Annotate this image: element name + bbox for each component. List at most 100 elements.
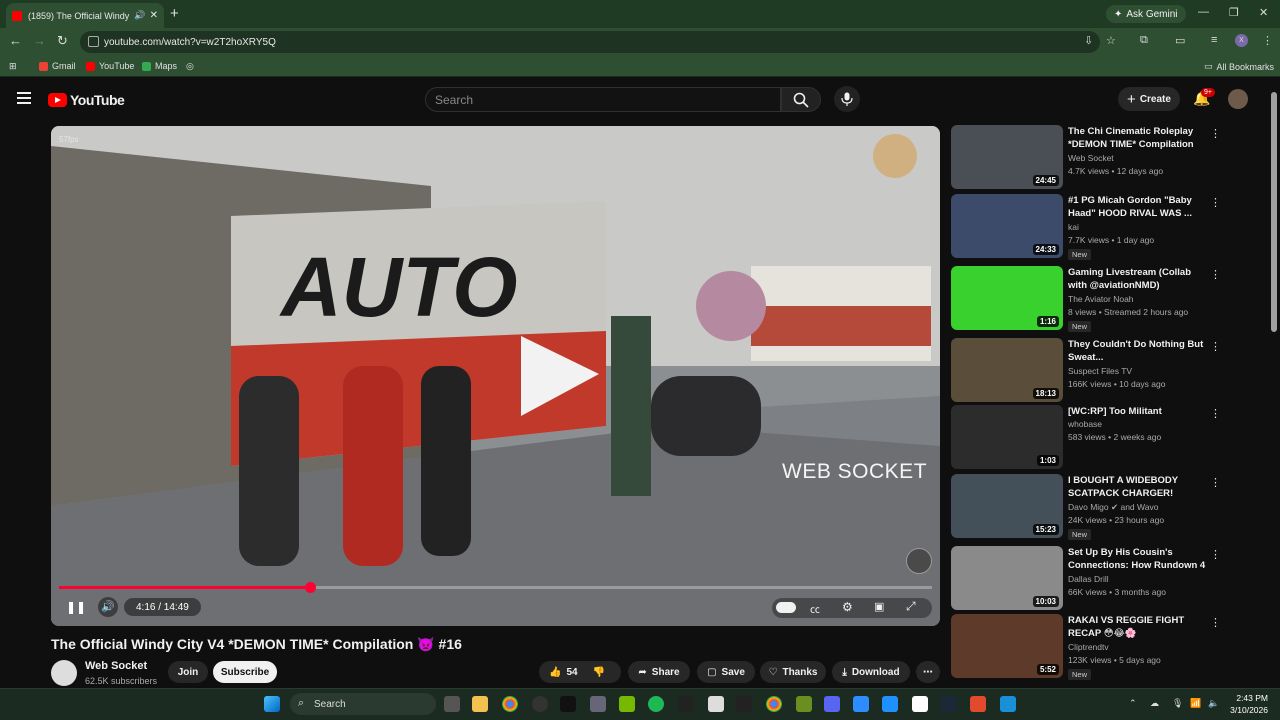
reload-icon[interactable]: ↻ (57, 33, 68, 49)
recommendation-title[interactable]: They Couldn't Do Nothing But Sweat... (1068, 338, 1208, 364)
extensions-icon[interactable]: ⧉ (1140, 34, 1148, 47)
captions-icon[interactable]: ㏄ (810, 601, 820, 616)
notepad-icon[interactable] (708, 696, 724, 712)
dislike-icon[interactable]: 👎 (593, 667, 605, 678)
recommendation-channel[interactable]: The Aviator Noah (1068, 294, 1134, 304)
address-bar[interactable]: youtube.com/watch?v=w2T2hoXRY5Q (80, 31, 1100, 53)
all-bookmarks[interactable]: ▭ All Bookmarks (1204, 61, 1274, 72)
voice-search-button[interactable] (834, 86, 860, 112)
install-app-icon[interactable]: ⇩ (1084, 34, 1093, 47)
recommendation-channel[interactable]: Cliptrendtv (1068, 642, 1109, 652)
more-options-icon[interactable]: ⋮ (1210, 476, 1221, 489)
more-options-icon[interactable]: ⋮ (1210, 548, 1221, 561)
onedrive-icon[interactable]: ☁ (1150, 698, 1159, 709)
more-options-icon[interactable]: ⋮ (1210, 616, 1221, 629)
steam-icon[interactable] (941, 696, 957, 712)
ask-gemini-button[interactable]: ✦ Ask Gemini (1106, 5, 1186, 23)
site-info-icon[interactable] (88, 36, 99, 47)
video-player[interactable]: AUTO (51, 126, 940, 626)
bookmark-gmail[interactable]: Gmail (39, 61, 76, 71)
miniplayer-icon[interactable]: ▣ (874, 600, 884, 613)
globe-icon[interactable]: ◎ (186, 61, 194, 72)
volume-icon[interactable]: 🔊 (98, 597, 118, 617)
channel-branding-icon[interactable] (906, 548, 932, 574)
video-thumbnail[interactable]: 24:33 (951, 194, 1063, 258)
back-icon[interactable]: ← (9, 33, 22, 48)
app-f-icon[interactable] (560, 696, 576, 712)
chrome-icon[interactable] (502, 696, 518, 712)
more-options-icon[interactable]: ⋮ (1210, 127, 1221, 140)
task-view-icon[interactable] (444, 696, 460, 712)
search-button[interactable] (781, 87, 821, 112)
recommendation-channel[interactable]: whobase (1068, 419, 1102, 429)
browser-tab[interactable]: (1859) The Official Windy C 🔊 ✕ (6, 3, 164, 28)
discord-icon[interactable] (824, 696, 840, 712)
apps-grid-icon[interactable]: ⊞ (9, 61, 17, 72)
channel-name[interactable]: Web Socket (85, 660, 147, 672)
share-button[interactable]: ➦ Share (628, 661, 690, 683)
hamburger-menu-icon[interactable] (17, 92, 31, 107)
chrome-active-icon[interactable] (766, 696, 782, 712)
more-options-icon[interactable]: ⋮ (1210, 196, 1221, 209)
minimize-icon[interactable]: — (1198, 6, 1209, 18)
taskbar-search[interactable]: ⌕ Search (290, 693, 436, 715)
start-icon[interactable] (264, 696, 280, 712)
more-options-icon[interactable]: ⋮ (1210, 340, 1221, 353)
app-icon-2[interactable] (678, 696, 694, 712)
settings-icon[interactable] (590, 696, 606, 712)
recommendation-item[interactable]: 1:03 [WC:RP] Too Militant whobase 583 views… (951, 405, 1251, 471)
app-icon-7[interactable] (970, 696, 986, 712)
app-icon-5[interactable] (882, 696, 898, 712)
recommendation-item[interactable]: 5:52 RAKAI VS REGGIE FIGHT RECAP 😳😂🌸 Clipt… (951, 614, 1251, 680)
pause-icon[interactable]: ❚❚ (66, 600, 86, 614)
account-avatar[interactable] (1228, 89, 1248, 109)
search-input[interactable]: Search (425, 87, 781, 112)
forward-icon[interactable]: → (33, 33, 46, 48)
app-icon-4[interactable] (853, 696, 869, 712)
recommendation-title[interactable]: I BOUGHT A WIDEBODY SCATPACK CHARGER! (1068, 474, 1208, 500)
recommendation-title[interactable]: Gaming Livestream (Collab with @aviation… (1068, 266, 1208, 292)
like-icon[interactable]: 👍 (549, 667, 561, 678)
progress-bar[interactable] (59, 582, 932, 593)
app-icon-6[interactable] (912, 696, 928, 712)
minecraft-icon[interactable] (796, 696, 812, 712)
scrollbar[interactable] (1271, 92, 1277, 332)
media-controls-icon[interactable]: ≡ (1211, 34, 1217, 46)
bookmark-youtube[interactable]: YouTube (86, 61, 134, 71)
recommendation-channel[interactable]: Web Socket (1068, 153, 1114, 163)
tray-chevron-icon[interactable]: ⌃ (1129, 698, 1137, 709)
recommendation-item[interactable]: 18:13 They Couldn't Do Nothing But Sweat.… (951, 338, 1251, 404)
video-thumbnail[interactable]: 5:52 (951, 614, 1063, 678)
close-window-icon[interactable]: ✕ (1259, 6, 1268, 19)
video-thumbnail[interactable]: 10:03 (951, 546, 1063, 610)
youtube-logo[interactable]: YouTube (48, 92, 125, 108)
recommendation-channel[interactable]: kai (1068, 222, 1079, 232)
system-clock[interactable]: 2:43 PM 3/10/2026 (1226, 692, 1268, 716)
chrome-menu-icon[interactable]: ⋮ (1262, 34, 1273, 47)
recommendation-channel[interactable]: Davo Migo ✔ and Wavo (1068, 502, 1158, 513)
more-actions-icon[interactable]: ⋯ (916, 661, 940, 683)
recommendation-item[interactable]: 15:23 I BOUGHT A WIDEBODY SCATPACK CHARGE… (951, 474, 1251, 540)
recommendation-item[interactable]: 10:03 Set Up By His Cousin's Connections:… (951, 546, 1251, 612)
recommendation-title[interactable]: The Chi Cinematic Roleplay *DEMON TIME* … (1068, 125, 1208, 151)
video-thumbnail[interactable]: 24:45 (951, 125, 1063, 189)
wifi-icon[interactable]: 📶 (1190, 698, 1201, 709)
join-button[interactable]: Join (168, 661, 208, 683)
cast-icon[interactable]: ▭ (1175, 34, 1185, 47)
save-button[interactable]: ▢ Save (697, 661, 755, 683)
close-tab-icon[interactable]: ✕ (150, 10, 158, 21)
profile-icon[interactable]: X (1235, 34, 1248, 47)
new-tab-button[interactable]: + (170, 5, 179, 22)
recommendation-item[interactable]: 24:45 The Chi Cinematic Roleplay *DEMON T… (951, 125, 1251, 191)
bookmark-maps[interactable]: Maps (142, 61, 177, 71)
recommendation-title[interactable]: #1 PG Micah Gordon "Baby Haad" HOOD RIVA… (1068, 194, 1208, 220)
recommendation-channel[interactable]: Dallas Drill (1068, 574, 1109, 584)
recommendation-item[interactable]: 1:16 Gaming Livestream (Collab with @avia… (951, 266, 1251, 332)
download-button[interactable]: ⤓ Download (832, 661, 910, 683)
restore-icon[interactable]: ❐ (1229, 6, 1239, 19)
recommendation-title[interactable]: Set Up By His Cousin's Connections: How … (1068, 546, 1208, 572)
app-icon[interactable] (532, 696, 548, 712)
video-thumbnail[interactable]: 18:13 (951, 338, 1063, 402)
bookmark-star-icon[interactable]: ☆ (1106, 34, 1116, 47)
speaker-icon[interactable]: 🔈 (1208, 698, 1219, 709)
